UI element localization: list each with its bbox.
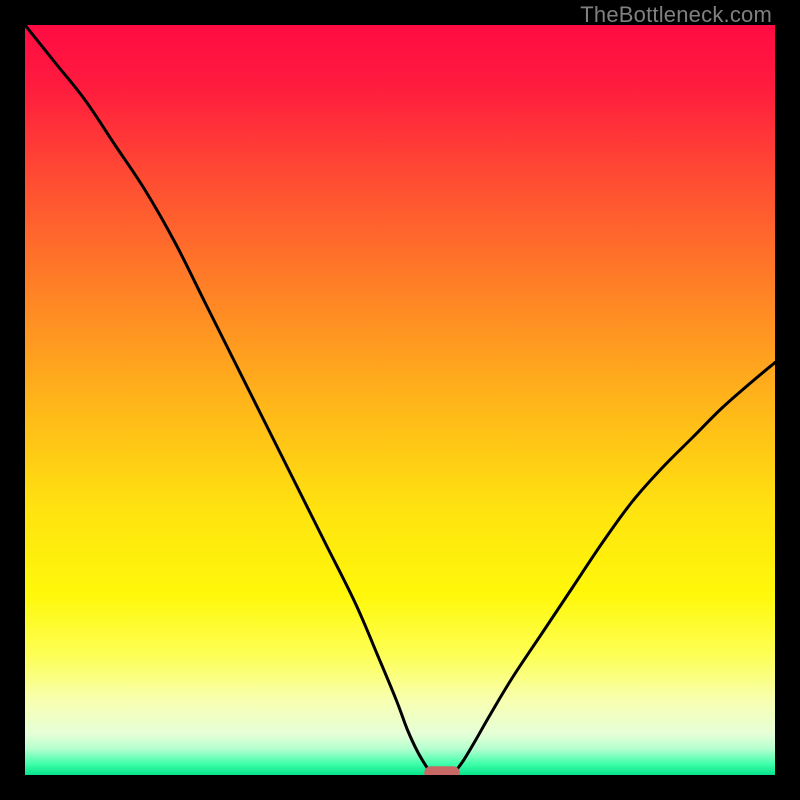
bottleneck-marker <box>425 767 460 775</box>
plot-area <box>25 25 775 775</box>
chart-frame: TheBottleneck.com <box>0 0 800 800</box>
bottleneck-chart <box>25 25 775 775</box>
gradient-background <box>25 25 775 775</box>
watermark-label: TheBottleneck.com <box>580 2 772 28</box>
